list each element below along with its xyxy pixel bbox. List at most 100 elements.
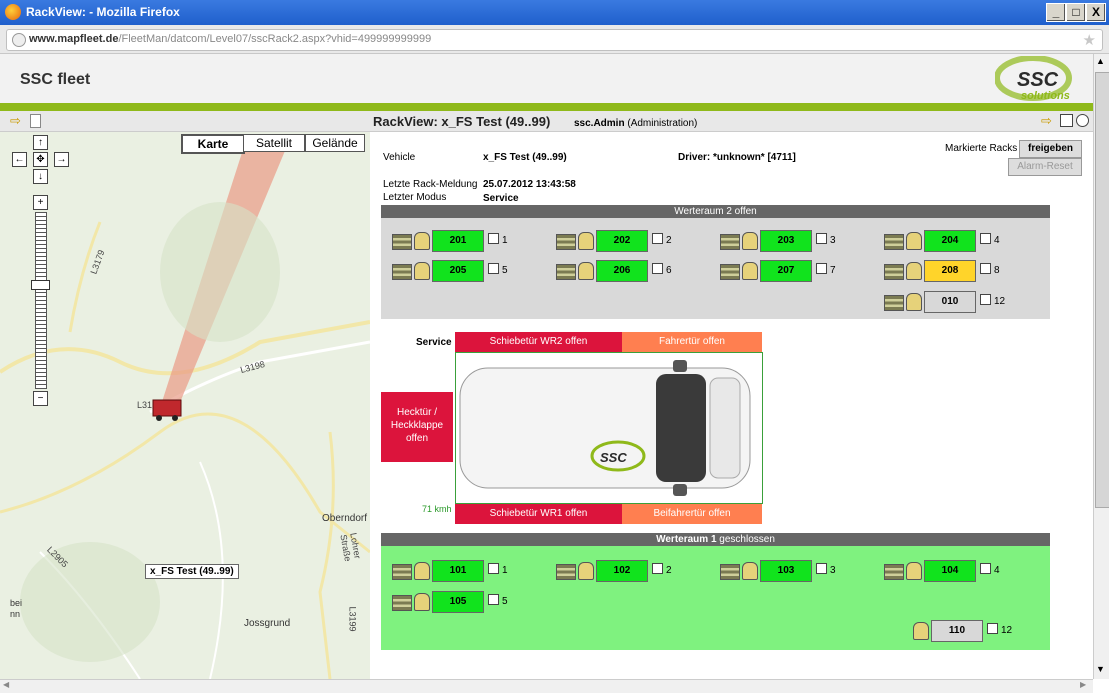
pan-right-icon[interactable]: → — [54, 152, 69, 167]
close-button[interactable]: X — [1086, 3, 1106, 22]
rack-checkbox[interactable] — [980, 263, 991, 274]
zoom-slider-handle[interactable] — [31, 280, 50, 290]
rack-checkbox[interactable] — [816, 563, 827, 574]
release-button[interactable]: freigeben — [1019, 140, 1082, 158]
lock-icon — [414, 262, 430, 280]
scroll-down-icon[interactable]: ▼ — [1096, 664, 1105, 674]
van-mode: Service — [416, 337, 452, 348]
minimize-button[interactable]: _ — [1046, 3, 1066, 22]
horizontal-scrollbar[interactable]: ◀ ▶ — [0, 679, 1093, 693]
door-wr2-status: Schiebetür WR2 offen — [455, 332, 622, 352]
rack-id[interactable]: 207 — [760, 260, 812, 282]
bookmark-star-icon[interactable]: ★ — [1083, 31, 1096, 49]
zoom-in-icon[interactable]: + — [33, 195, 48, 210]
rack-slot: 010 12 — [884, 291, 1044, 315]
room2-state: offen — [734, 206, 757, 217]
place-label: Oberndorf — [322, 513, 368, 524]
rack-id[interactable]: 101 — [432, 560, 484, 582]
rack-id[interactable]: 205 — [432, 260, 484, 282]
rack-id[interactable]: 206 — [596, 260, 648, 282]
zoom-out-icon[interactable]: − — [33, 391, 48, 406]
door-rear-status: Hecktür / Heckklappe offen — [381, 392, 453, 462]
zoom-slider[interactable] — [35, 212, 47, 389]
tray-icon — [884, 564, 904, 580]
rack-checkbox[interactable] — [488, 563, 499, 574]
rack-checkbox[interactable] — [980, 233, 991, 244]
rack-id[interactable]: 204 — [924, 230, 976, 252]
scrollbar-thumb[interactable] — [1095, 72, 1109, 508]
rack-slot: 104 4 — [884, 560, 1044, 584]
tab-satellit[interactable]: Satellit — [243, 134, 305, 152]
lock-icon — [414, 232, 430, 250]
pan-center-icon[interactable]: ✥ — [33, 152, 48, 167]
rack-checkbox[interactable] — [488, 594, 499, 605]
tray-icon — [392, 234, 412, 250]
pan-up-icon[interactable]: ↑ — [33, 135, 48, 150]
accent-bar — [0, 103, 1093, 111]
alarm-reset-button[interactable]: Alarm-Reset — [1008, 158, 1082, 176]
window-icon[interactable] — [1060, 114, 1073, 127]
lock-icon — [906, 293, 922, 311]
rack-checkbox[interactable] — [652, 563, 663, 574]
rack-checkbox[interactable] — [816, 263, 827, 274]
rack-checkbox[interactable] — [652, 233, 663, 244]
room2-title: Werteraum 2 — [674, 206, 732, 217]
rack-number: 3 — [830, 565, 836, 576]
firefox-icon — [5, 4, 21, 20]
lock-icon — [742, 562, 758, 580]
room1-title: Werteraum 1 — [656, 534, 717, 545]
map-canvas — [0, 132, 370, 679]
arrow-right-icon[interactable]: ⇨ — [10, 113, 21, 129]
lock-icon — [414, 562, 430, 580]
map-panel[interactable]: L3179 L3198 L31 L2905 Oberndorf Lohrer S… — [0, 132, 370, 679]
rack-checkbox[interactable] — [652, 263, 663, 274]
rack-id[interactable]: 010 — [924, 291, 976, 313]
url-domain: www.mapfleet.de — [29, 33, 119, 45]
rack-number: 12 — [994, 296, 1006, 307]
rack-checkbox[interactable] — [987, 623, 998, 634]
url-field[interactable]: www.mapfleet.de/FleetMan/datcom/Level07/… — [6, 29, 1103, 51]
marked-racks-label: Markierte Racks — [945, 143, 1018, 154]
rack-id[interactable]: 208 — [924, 260, 976, 282]
pan-down-icon[interactable]: ↓ — [33, 169, 48, 184]
lock-icon — [414, 593, 430, 611]
rack-checkbox[interactable] — [816, 233, 827, 244]
rack-number: 4 — [994, 565, 1000, 576]
arrow-right-icon-2[interactable]: ⇨ — [1041, 113, 1052, 129]
driver-label: Driver: — [678, 152, 711, 163]
page-title: RackView: x_FS Test (49..99) — [373, 114, 551, 129]
rack-checkbox[interactable] — [488, 263, 499, 274]
rack-id[interactable]: 110 — [931, 620, 983, 642]
scroll-up-icon[interactable]: ▲ — [1096, 56, 1105, 66]
document-icon[interactable] — [30, 114, 41, 128]
vehicle-marker-label[interactable]: x_FS Test (49..99) — [145, 564, 239, 579]
last-message-label: Letzte Rack-Meldung — [383, 179, 478, 190]
maximize-button[interactable]: □ — [1066, 3, 1086, 22]
rack-id[interactable]: 202 — [596, 230, 648, 252]
rack-id[interactable]: 102 — [596, 560, 648, 582]
rack-number: 12 — [1001, 625, 1013, 636]
rack-id[interactable]: 104 — [924, 560, 976, 582]
rack-number: 6 — [666, 265, 672, 276]
rack-number: 5 — [502, 596, 508, 607]
rack-id[interactable]: 103 — [760, 560, 812, 582]
tray-icon — [720, 234, 740, 250]
pan-left-icon[interactable]: ← — [12, 152, 27, 167]
clock-icon[interactable] — [1076, 114, 1089, 127]
rack-checkbox[interactable] — [980, 294, 991, 305]
rack-number: 2 — [666, 235, 672, 246]
rack-id[interactable]: 203 — [760, 230, 812, 252]
tab-gelaende[interactable]: Gelände — [305, 134, 365, 152]
scroll-left-icon[interactable]: ◀ — [3, 680, 9, 689]
vertical-scrollbar[interactable]: ▲ ▼ — [1093, 54, 1109, 679]
tray-icon — [884, 234, 904, 250]
tab-karte[interactable]: Karte — [181, 134, 245, 154]
url-text: www.mapfleet.de/FleetMan/datcom/Level07/… — [29, 33, 431, 45]
rack-checkbox[interactable] — [980, 563, 991, 574]
room2-header: Werteraum 2 offen — [381, 205, 1050, 218]
scroll-right-icon[interactable]: ▶ — [1080, 680, 1086, 689]
rack-id[interactable]: 105 — [432, 591, 484, 613]
rack-id[interactable]: 201 — [432, 230, 484, 252]
tray-icon — [556, 234, 576, 250]
rack-checkbox[interactable] — [488, 233, 499, 244]
